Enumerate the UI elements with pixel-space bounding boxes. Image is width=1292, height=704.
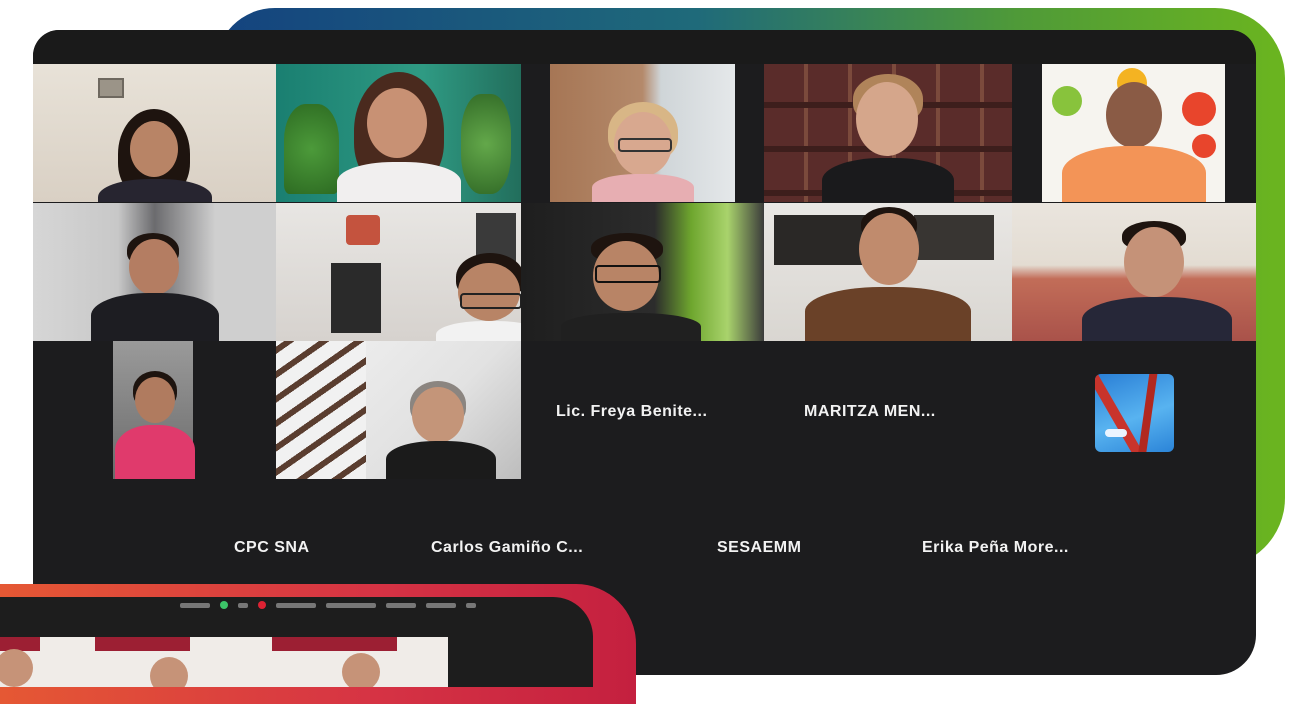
wall-picture — [346, 215, 380, 245]
picture-frame-icon — [98, 78, 124, 98]
participant-video-tile[interactable] — [276, 64, 521, 202]
participant-name[interactable]: SESAEMM — [717, 539, 801, 557]
participant-video-tile[interactable] — [1042, 64, 1225, 202]
participant-head — [150, 657, 188, 687]
participant-name[interactable]: CPC SNA — [234, 539, 310, 557]
participant-video-tile[interactable] — [33, 341, 276, 479]
glasses-icon — [617, 138, 672, 152]
participant-video-tile[interactable] — [33, 203, 276, 341]
participant-name[interactable]: Carlos Gamiño C... — [431, 539, 583, 557]
participant-video-tile[interactable] — [33, 64, 276, 202]
active-speaker-video-tile[interactable] — [521, 203, 764, 341]
participant-profile-picture[interactable] — [1095, 374, 1174, 452]
participant-video-tile[interactable] — [550, 64, 735, 202]
participant-name[interactable]: Lic. Freya Benite... — [556, 403, 707, 421]
participant-video-tile[interactable] — [276, 341, 521, 479]
banner — [272, 637, 397, 651]
participant-head — [342, 653, 380, 687]
window-top-bar — [33, 30, 1256, 64]
participant-video-tile[interactable] — [764, 64, 1012, 202]
glasses-icon — [460, 293, 521, 309]
banner — [95, 637, 190, 651]
status-dot-icon — [220, 601, 228, 609]
participant-name[interactable]: MARITZA MEN... — [804, 403, 936, 421]
staircase-decoration — [276, 341, 366, 479]
plant-decoration — [461, 94, 511, 194]
active-speaker-video-tile[interactable] — [1012, 203, 1256, 341]
banner — [0, 637, 40, 651]
shelf — [331, 263, 381, 333]
meeting-toolbar — [180, 599, 580, 611]
secondary-meeting-window — [0, 597, 593, 687]
participant-video-tile[interactable] — [276, 203, 521, 341]
participant-name[interactable]: Erika Peña More... — [922, 539, 1069, 557]
record-dot-icon — [258, 601, 266, 609]
zoom-gallery-window: Lic. Freya Benite... MARITZA MEN... CPC … — [33, 30, 1256, 675]
participant-video-tile[interactable] — [764, 203, 1012, 341]
glasses-icon — [595, 265, 661, 283]
